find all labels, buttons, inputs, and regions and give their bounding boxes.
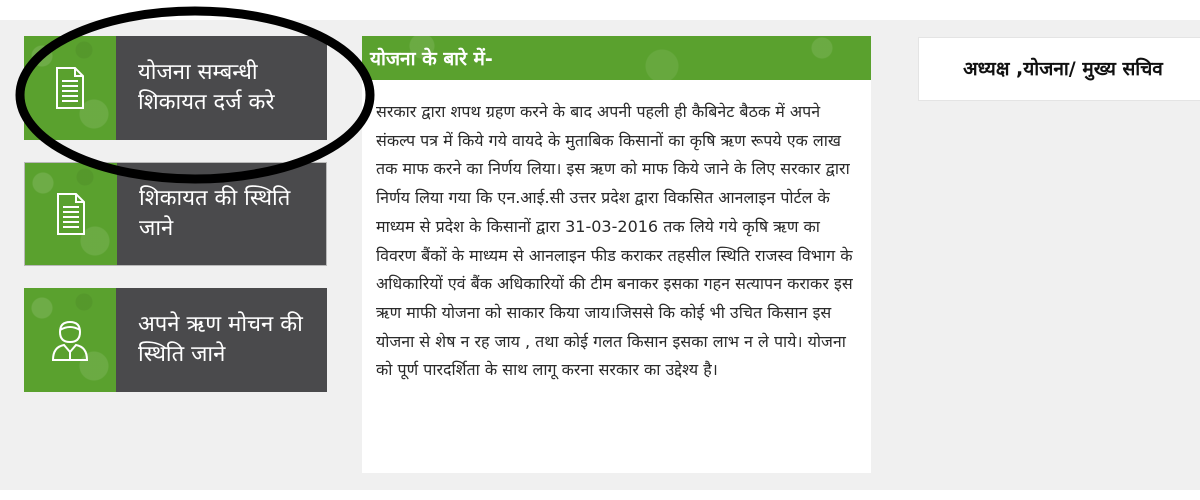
chairman-secretary-title: अध्यक्ष ,योजना/ मुख्य सचिव	[963, 58, 1163, 80]
tile-label-complaint-status: शिकायत की स्थिति जाने	[139, 186, 291, 241]
user-icon	[51, 320, 89, 361]
tile-complaint-status[interactable]: शिकायत की स्थिति जाने	[24, 162, 327, 266]
tile-label-loan-waiver-status: अपने ऋण मोचन की स्थिति जाने	[138, 312, 303, 367]
tile-label-box[interactable]: योजना सम्बन्धी शिकायत दर्ज करे	[116, 36, 327, 140]
tile-icon-box	[25, 163, 117, 265]
tile-label-box[interactable]: शिकायत की स्थिति जाने	[117, 163, 326, 265]
document-icon	[57, 193, 85, 235]
tile-icon-box	[24, 36, 116, 140]
tile-label-register-complaint: योजना सम्बन्धी शिकायत दर्ज करे	[138, 60, 275, 115]
tile-register-complaint[interactable]: योजना सम्बन्धी शिकायत दर्ज करे	[24, 36, 327, 140]
tile-icon-box	[24, 288, 116, 392]
document-icon	[56, 67, 84, 109]
about-scheme-panel: योजना के बारे में- सरकार द्वारा शपथ ग्रह…	[362, 36, 871, 473]
about-scheme-text: सरकार द्वारा शपथ ग्रहण करने के बाद अपनी …	[376, 102, 853, 380]
tile-loan-waiver-status[interactable]: अपने ऋण मोचन की स्थिति जाने	[24, 288, 327, 392]
tile-label-box[interactable]: अपने ऋण मोचन की स्थिति जाने	[116, 288, 327, 392]
about-scheme-title: योजना के बारे में-	[362, 36, 871, 80]
chairman-secretary-box[interactable]: अध्यक्ष ,योजना/ मुख्य सचिव	[918, 37, 1200, 101]
